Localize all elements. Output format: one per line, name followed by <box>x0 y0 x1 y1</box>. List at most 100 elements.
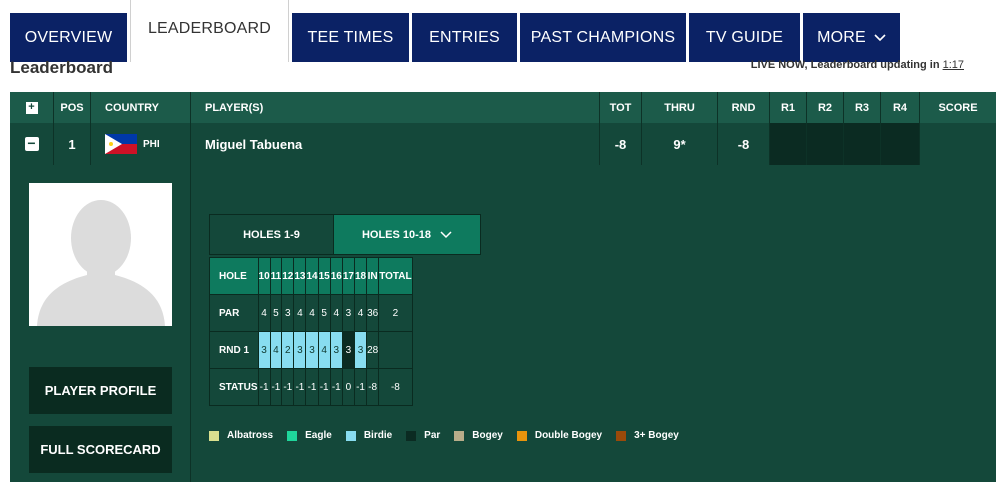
status-cell: -1 <box>293 368 307 406</box>
status-cell: 0 <box>341 368 355 406</box>
header-rnd[interactable]: RND <box>718 92 770 123</box>
page-title: Leaderboard <box>10 58 113 77</box>
leaderboard-header-row: + POS COUNTRY PLAYER(S) TOT THRU RND R1 … <box>10 92 996 123</box>
hole-cell: 10 <box>257 257 271 295</box>
header-tot[interactable]: TOT <box>600 92 642 123</box>
hole-cell: 12 <box>281 257 295 295</box>
par-cell: 4 <box>293 294 307 332</box>
player-profile-button[interactable]: PLAYER PROFILE <box>29 367 172 414</box>
live-countdown[interactable]: 1:17 <box>943 59 964 71</box>
player-tot: -8 <box>600 123 642 165</box>
score-cell-birdie: 3 <box>257 331 271 369</box>
player-thru: 9* <box>642 123 718 165</box>
header-r2[interactable]: R2 <box>807 92 844 123</box>
panel-divider <box>190 165 191 482</box>
chevron-down-icon <box>874 33 886 41</box>
legend-swatch <box>616 430 627 441</box>
status-cell: -1 <box>317 368 331 406</box>
player-name[interactable]: Miguel Tabuena <box>191 123 600 165</box>
full-scorecard-button[interactable]: FULL SCORECARD <box>29 426 172 473</box>
status-cell: -1 <box>353 368 368 406</box>
par-cell: 3 <box>281 294 295 332</box>
tab-tv-guide[interactable]: TV GUIDE <box>689 13 800 62</box>
player-detail-panel: PLAYER PROFILE FULL SCORECARD HOLES 1-9 … <box>10 165 996 482</box>
tab-holes-front[interactable]: HOLES 1-9 <box>209 214 334 255</box>
score-cell-birdie: 3 <box>305 331 319 369</box>
tab-tee-times[interactable]: TEE TIMES <box>292 13 409 62</box>
expand-all-cell: + <box>10 92 54 123</box>
legend-label: Eagle <box>305 430 332 441</box>
hole-cell: 16 <box>329 257 343 295</box>
header-players[interactable]: PLAYER(S) <box>191 92 600 123</box>
hole-cell: 14 <box>305 257 319 295</box>
header-thru[interactable]: THRU <box>642 92 718 123</box>
score-cell-total <box>378 331 413 369</box>
score-cell-par: 3 <box>341 331 355 369</box>
status-cell-in: -8 <box>366 368 380 406</box>
collapse-cell: − <box>10 123 54 165</box>
header-r4[interactable]: R4 <box>881 92 920 123</box>
scorecard-par-row: PAR 4 5 3 4 4 5 4 3 4 36 2 <box>209 294 413 332</box>
legend-item-double-bogey: Double Bogey <box>516 430 602 441</box>
header-r1[interactable]: R1 <box>770 92 807 123</box>
player-rnd: -8 <box>718 123 770 165</box>
chevron-down-icon <box>440 230 452 238</box>
par-cell: 4 <box>329 294 343 332</box>
legend-label: Par <box>424 430 441 441</box>
legend-item-albatross: Albatross <box>209 430 273 441</box>
legend-item-bogey: Bogey <box>454 430 503 441</box>
tab-leaderboard[interactable]: LEADERBOARD <box>130 0 289 62</box>
player-pos: 1 <box>54 123 91 165</box>
player-country-code: PHI <box>143 138 160 150</box>
par-cell: 5 <box>269 294 283 332</box>
legend-label: 3+ Bogey <box>634 430 679 441</box>
scorecard-status-row: STATUS -1 -1 -1 -1 -1 -1 -1 0 -1 -8 -8 <box>209 368 413 406</box>
legend-item-triple-bogey: 3+ Bogey <box>616 430 679 441</box>
par-cell: 4 <box>353 294 368 332</box>
player-row[interactable]: − 1 PHI Miguel Tabuena -8 9* -8 <box>10 123 996 165</box>
tournament-tabs: OVERVIEW LEADERBOARD TEE TIMES ENTRIES P… <box>0 0 996 62</box>
tab-more-label: MORE <box>817 28 866 46</box>
legend-swatch <box>345 430 356 441</box>
score-cell-birdie: 3 <box>329 331 343 369</box>
tab-more[interactable]: MORE <box>803 13 900 62</box>
live-status: LIVE NOW, Leaderboard updating in 1:17 <box>751 59 964 71</box>
tab-entries[interactable]: ENTRIES <box>412 13 517 62</box>
score-cell-birdie: 3 <box>293 331 307 369</box>
player-r1 <box>770 123 807 165</box>
hole-cell-total: TOTAL <box>378 257 413 295</box>
legend-item-eagle: Eagle <box>287 430 332 441</box>
player-silhouette-icon <box>29 183 172 326</box>
score-legend: Albatross Eagle Birdie Par Bogey Double … <box>209 430 693 441</box>
collapse-button[interactable]: − <box>24 136 39 151</box>
tab-past-champions[interactable]: PAST CHAMPIONS <box>520 13 686 62</box>
tab-holes-back-label: HOLES 10-18 <box>361 228 432 241</box>
hole-cell: 15 <box>317 257 331 295</box>
status-cell: -1 <box>329 368 343 406</box>
header-country[interactable]: COUNTRY <box>91 92 191 123</box>
row-label-par: PAR <box>209 294 259 332</box>
player-country: PHI <box>91 123 191 165</box>
player-r2 <box>807 123 844 165</box>
par-cell: 4 <box>305 294 319 332</box>
legend-swatch <box>516 430 527 441</box>
hole-cell: 18 <box>353 257 368 295</box>
par-cell-total: 2 <box>378 294 413 332</box>
header-r3[interactable]: R3 <box>844 92 881 123</box>
row-label-hole: HOLE <box>209 257 259 295</box>
status-cell: -1 <box>269 368 283 406</box>
row-label-round: RND 1 <box>209 331 259 369</box>
tab-overview[interactable]: OVERVIEW <box>10 13 127 62</box>
tab-holes-back[interactable]: HOLES 10-18 <box>333 214 481 255</box>
legend-swatch <box>454 430 465 441</box>
legend-swatch <box>209 430 219 441</box>
score-cell-in: 28 <box>366 331 380 369</box>
scorecard-hole-row: HOLE 10 11 12 13 14 15 16 17 18 IN TOTAL <box>209 257 413 295</box>
expand-all-button[interactable]: + <box>25 101 38 114</box>
hole-cell: 13 <box>293 257 307 295</box>
player-r3 <box>844 123 881 165</box>
status-cell: -1 <box>281 368 295 406</box>
header-score[interactable]: SCORE <box>920 92 996 123</box>
header-pos[interactable]: POS <box>54 92 91 123</box>
status-cell-total: -8 <box>378 368 413 406</box>
